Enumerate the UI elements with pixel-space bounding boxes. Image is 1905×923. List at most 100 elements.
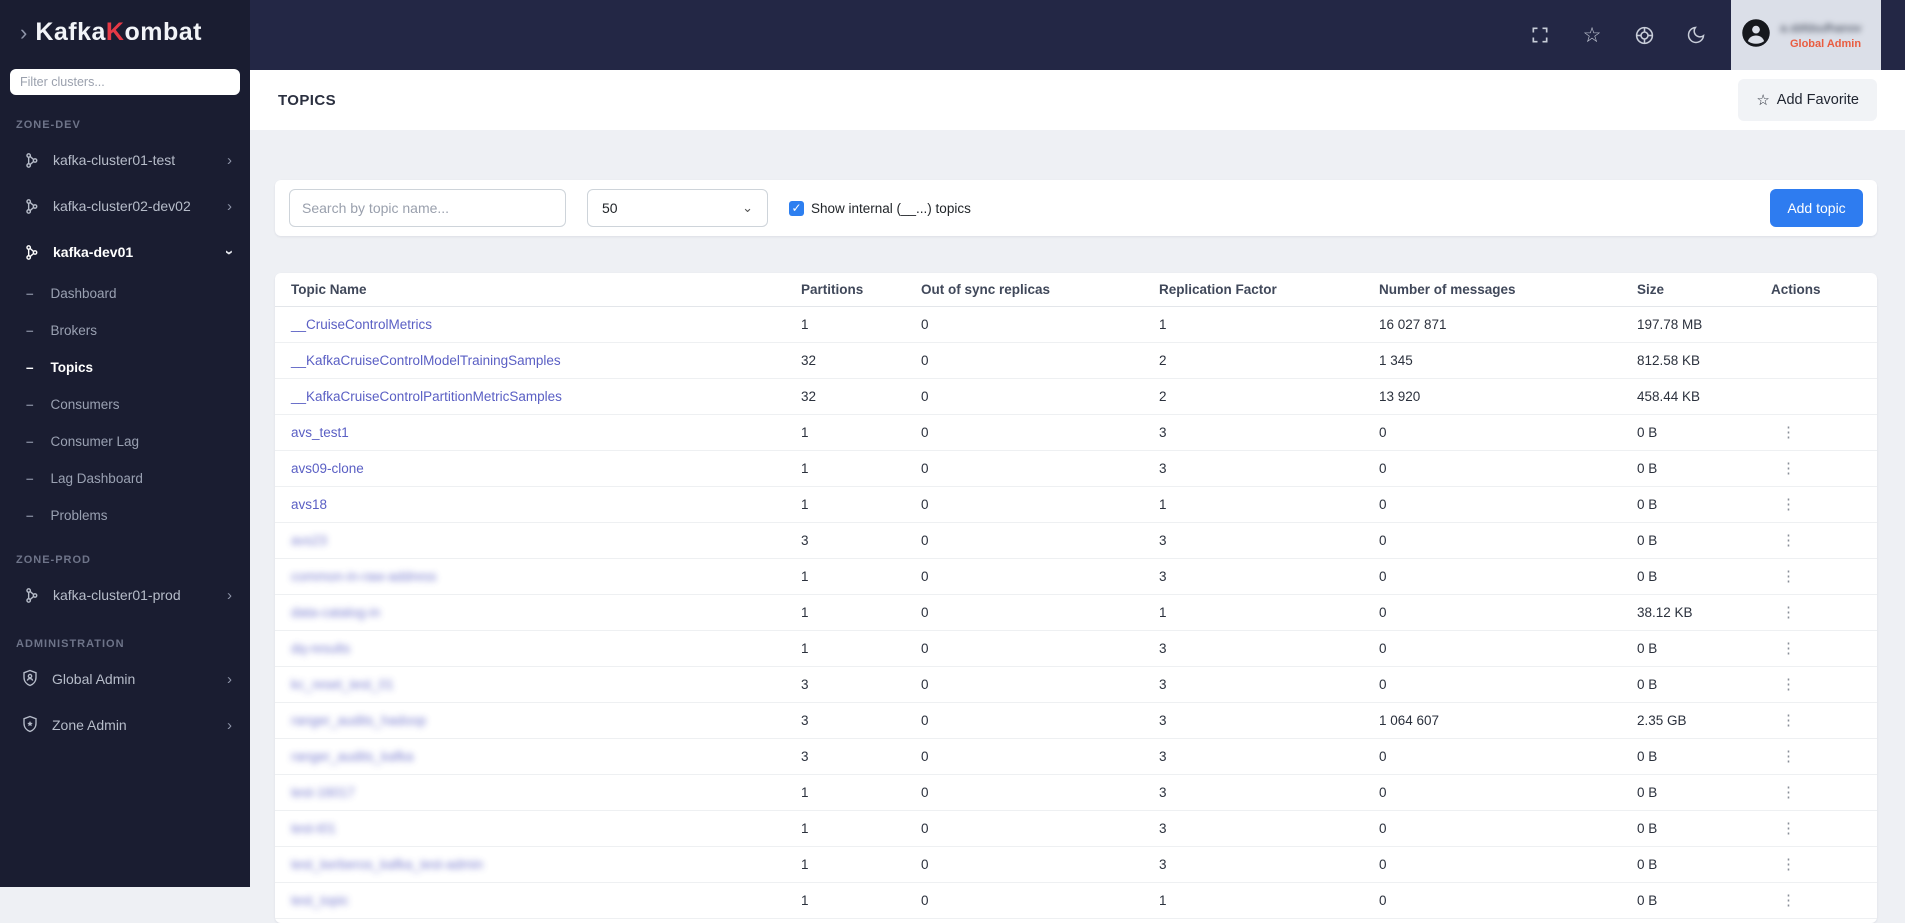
sidebar-subitem-dashboard[interactable]: – Dashboard [0, 275, 250, 312]
topic-name-link[interactable]: common-in-raw-address [291, 569, 437, 584]
topic-name-link[interactable]: __KafkaCruiseControlPartitionMetricSampl… [291, 389, 562, 404]
row-actions-button[interactable]: ⋮ [1771, 855, 1806, 874]
topic-name-link[interactable]: __KafkaCruiseControlModelTrainingSamples [291, 353, 561, 368]
sidebar-subitem-problems[interactable]: – Problems [0, 497, 250, 534]
filter-clusters-input[interactable] [10, 69, 240, 95]
row-actions-button[interactable]: ⋮ [1771, 783, 1806, 802]
show-internal-checkbox[interactable]: ✓ [789, 200, 804, 216]
replication-factor-cell: 3 [1159, 857, 1167, 872]
sidebar-subitem-lag-dashboard[interactable]: – Lag Dashboard [0, 460, 250, 497]
table-row: __KafkaCruiseControlPartitionMetricSampl… [275, 379, 1877, 415]
sidebar-item-cluster01-test[interactable]: kafka-cluster01-test › [0, 137, 250, 183]
topic-name-link[interactable]: test_topic [291, 893, 349, 908]
main-content: 50 ⌄ ✓ Show internal (__...) topics Add … [250, 130, 1905, 923]
partitions-cell: 3 [801, 749, 809, 764]
dash-icon: – [26, 323, 34, 338]
row-actions-button[interactable]: ⋮ [1771, 495, 1806, 514]
replication-factor-cell: 3 [1159, 677, 1167, 692]
sidebar-subitem-consumers[interactable]: – Consumers [0, 386, 250, 423]
fullscreen-icon[interactable] [1529, 24, 1551, 46]
out-of-sync-cell: 0 [921, 605, 929, 620]
cluster-label: kafka-cluster01-prod [53, 587, 181, 603]
dash-icon: – [26, 360, 34, 375]
add-favorite-button[interactable]: ☆ Add Favorite [1738, 79, 1877, 121]
avatar-icon [1741, 18, 1771, 53]
messages-cell: 0 [1379, 533, 1387, 548]
topic-name-link[interactable]: ranger_audits_kafka [291, 749, 413, 764]
replication-factor-cell: 3 [1159, 785, 1167, 800]
topic-name-link[interactable]: dq-results [291, 641, 350, 656]
add-topic-button[interactable]: Add topic [1770, 189, 1863, 227]
topics-table: Topic Name Partitions Out of sync replic… [275, 273, 1877, 923]
page-size-select[interactable]: 50 ⌄ [587, 189, 768, 227]
topic-name-link[interactable]: data-catalog-in [291, 605, 380, 620]
topic-name-link[interactable]: test-t01 [291, 821, 336, 836]
show-internal-toggle[interactable]: ✓ Show internal (__...) topics [789, 200, 971, 216]
topic-name-link[interactable]: test_kerberos_kafka_test-admin [291, 857, 483, 872]
out-of-sync-cell: 0 [921, 317, 929, 332]
partitions-cell: 1 [801, 569, 809, 584]
out-of-sync-cell: 0 [921, 425, 929, 440]
row-actions-button[interactable]: ⋮ [1771, 711, 1806, 730]
sidebar-item-cluster02-dev02[interactable]: kafka-cluster02-dev02 › [0, 183, 250, 229]
topic-name-link[interactable]: ranger_audits_hadoop [291, 713, 426, 728]
topic-name-link[interactable]: avs18 [291, 497, 327, 512]
chevron-right-icon: › [227, 586, 232, 604]
row-actions-button[interactable]: ⋮ [1771, 423, 1806, 442]
table-row: test-16017 1 0 3 0 0 B ⋮ [275, 775, 1877, 811]
topics-table-body: __CruiseControlMetrics 1 0 1 16 027 871 … [275, 307, 1877, 919]
replication-factor-cell: 3 [1159, 821, 1167, 836]
topic-name-link[interactable]: test-16017 [291, 785, 355, 800]
size-cell: 0 B [1637, 893, 1658, 908]
row-actions-button[interactable]: ⋮ [1771, 639, 1806, 658]
sidebar-collapse-icon[interactable]: › [20, 21, 27, 44]
chevron-down-icon: ⌄ [742, 200, 753, 215]
size-cell: 0 B [1637, 497, 1658, 512]
row-actions-button[interactable]: ⋮ [1771, 819, 1806, 838]
sidebar-subitem-brokers[interactable]: – Brokers [0, 312, 250, 349]
table-row: avs09-clone 1 0 3 0 0 B ⋮ [275, 451, 1877, 487]
row-actions-button[interactable]: ⋮ [1771, 891, 1806, 910]
user-menu[interactable]: a.sbfdsufhanov Global Admin [1731, 0, 1881, 70]
topic-name-link[interactable]: __CruiseControlMetrics [291, 317, 432, 332]
sidebar-item-global-admin[interactable]: Global Admin › [0, 656, 250, 702]
section-label-administration: ADMINISTRATION [16, 638, 125, 650]
dark-mode-moon-icon[interactable] [1685, 24, 1707, 46]
add-favorite-label: Add Favorite [1776, 92, 1859, 108]
partitions-cell: 32 [801, 389, 817, 404]
row-actions-button[interactable]: ⋮ [1771, 747, 1806, 766]
table-row: avs23 3 0 3 0 0 B ⋮ [275, 523, 1877, 559]
sidebar-item-kafka-dev01[interactable]: kafka-dev01 › [0, 229, 250, 275]
col-size: Size [1637, 282, 1665, 297]
dash-icon: – [26, 397, 34, 412]
partitions-cell: 32 [801, 353, 817, 368]
row-actions-button[interactable]: ⋮ [1771, 675, 1806, 694]
row-actions-button[interactable]: ⋮ [1771, 531, 1806, 550]
sidebar-subitem-topics[interactable]: – Topics [0, 349, 250, 386]
page-header: TOPICS ☆ Add Favorite [250, 70, 1905, 130]
topic-name-link[interactable]: avs09-clone [291, 461, 364, 476]
table-row: common-in-raw-address 1 0 3 0 0 B ⋮ [275, 559, 1877, 595]
favorites-star-icon[interactable]: ☆ [1581, 24, 1603, 47]
topic-name-link[interactable]: avs_test1 [291, 425, 349, 440]
search-topic-input[interactable] [289, 189, 566, 227]
out-of-sync-cell: 0 [921, 389, 929, 404]
row-actions-button[interactable]: ⋮ [1771, 603, 1806, 622]
globe-icon[interactable] [1633, 24, 1655, 46]
sidebar-item-cluster01-prod[interactable]: kafka-cluster01-prod › [0, 572, 250, 618]
admin-item-label: Zone Admin [52, 717, 127, 733]
sidebar-subitem-consumer-lag[interactable]: – Consumer Lag [0, 423, 250, 460]
partitions-cell: 1 [801, 821, 809, 836]
kafka-cluster-icon [23, 244, 40, 261]
sidebar-item-zone-admin[interactable]: Zone Admin › [0, 702, 250, 748]
replication-factor-cell: 1 [1159, 605, 1167, 620]
messages-cell: 0 [1379, 461, 1387, 476]
row-actions-button[interactable]: ⋮ [1771, 567, 1806, 586]
topic-name-link[interactable]: kc_reset_test_01 [291, 677, 394, 692]
topic-name-link[interactable]: avs23 [291, 533, 327, 548]
row-actions-button[interactable]: ⋮ [1771, 459, 1806, 478]
cluster-submenu: – Dashboard – Brokers – Topics – Consumers – Cons… [0, 275, 250, 534]
dash-icon: – [26, 508, 34, 523]
out-of-sync-cell: 0 [921, 713, 929, 728]
col-out-of-sync: Out of sync replicas [921, 282, 1051, 297]
